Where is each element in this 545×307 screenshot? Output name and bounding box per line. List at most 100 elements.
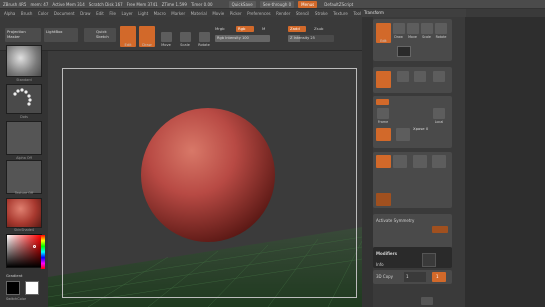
xyz-button[interactable] <box>376 128 391 141</box>
material-label: SkinShade4 <box>14 228 34 232</box>
transp-button[interactable] <box>393 155 407 168</box>
ghost-button[interactable] <box>413 155 427 168</box>
rgb-intensity-label: Rgb Intensity 100 <box>217 36 249 40</box>
modifiers-label[interactable]: Modifiers <box>376 251 397 256</box>
menu-item-material[interactable]: Material <box>191 11 207 16</box>
stroke-thumbnail[interactable] <box>6 84 42 114</box>
menus-toggle[interactable]: Menus <box>298 0 318 8</box>
info-label[interactable]: Info <box>376 262 384 267</box>
projection-master-button[interactable]: Projection Master <box>5 28 41 42</box>
frame-button[interactable]: Frame <box>376 108 390 124</box>
main-color-swatch[interactable] <box>6 281 20 295</box>
see-through-slider[interactable]: See-through 0 <box>259 0 295 8</box>
texture-thumbnail[interactable] <box>6 160 42 194</box>
menu-item-texture[interactable]: Texture <box>333 11 348 16</box>
app-name: ZBrush 4R5 <box>3 1 27 7</box>
alpha-thumbnail[interactable] <box>6 121 42 155</box>
symmetry-toggle[interactable] <box>376 99 389 105</box>
tray-rotate-button[interactable]: Rotate <box>434 23 448 39</box>
menu-item-render[interactable]: Render <box>276 11 290 16</box>
menu-item-marker[interactable]: Marker <box>171 11 185 16</box>
menu-item-movie[interactable]: Movie <box>212 11 224 16</box>
z-intensity-slider[interactable]: Z Intensity 25 <box>288 35 334 42</box>
scale-icon <box>179 32 191 42</box>
menu-item-light[interactable]: Light <box>138 11 148 16</box>
tray-move2-button[interactable] <box>396 71 410 83</box>
menu-item-file[interactable]: File <box>109 11 116 16</box>
menu-item-stroke[interactable]: Stroke <box>315 11 328 16</box>
switch-color-button[interactable]: SwitchColor <box>6 297 26 301</box>
tray-divider[interactable] <box>362 17 373 307</box>
menu-item-preferences[interactable]: Preferences <box>247 11 271 16</box>
lock-camera-button[interactable] <box>422 253 436 267</box>
transform-palette-header[interactable]: Transform <box>362 9 466 17</box>
top-toolbar: Projection Master LightBox Quick Sketch … <box>0 17 362 51</box>
frame-icon <box>377 108 389 119</box>
tray-scale2-button[interactable] <box>413 71 427 83</box>
menu-item-macro[interactable]: Macro <box>154 11 166 16</box>
menu-item-stencil[interactable]: Stencil <box>296 11 310 16</box>
rgb-button[interactable]: Rgb <box>236 26 254 32</box>
menu-item-edit[interactable]: Edit <box>96 11 104 16</box>
mrgb-button[interactable]: Mrgb <box>215 26 225 31</box>
tray-pivot-button[interactable] <box>396 128 410 141</box>
zadd-button[interactable]: Zadd <box>288 26 306 32</box>
tray-scale-button[interactable]: Scale <box>420 23 433 39</box>
symmetry-axis-button[interactable] <box>432 226 448 233</box>
quicksave-button[interactable]: QuickSave <box>228 0 256 8</box>
gradient-toggle[interactable]: Gradient <box>6 273 23 278</box>
copy-label: 3D Copy <box>376 274 394 279</box>
draw-mode-button[interactable]: Draw <box>139 26 155 47</box>
move-mode-button[interactable]: Move <box>158 26 174 47</box>
edit-mode-button[interactable]: Edit <box>120 26 136 47</box>
copy-value[interactable]: 1 <box>404 272 426 282</box>
hue-strip[interactable] <box>41 235 45 269</box>
dynamic-button[interactable] <box>376 193 391 206</box>
rgb-intensity-slider[interactable]: Rgb Intensity 100 <box>215 35 270 42</box>
default-script-button[interactable]: DefaultZScript <box>321 1 356 8</box>
move-icon <box>160 32 172 42</box>
menu-item-picker[interactable]: Picker <box>230 11 242 16</box>
secondary-color-swatch[interactable] <box>25 281 39 295</box>
solo-button[interactable] <box>432 155 446 168</box>
menu-item-brush[interactable]: Brush <box>21 11 33 16</box>
tray-edit-button[interactable]: Edit <box>376 23 391 43</box>
menu-item-draw[interactable]: Draw <box>80 11 90 16</box>
scale-mode-button[interactable]: Scale <box>177 26 193 47</box>
color-cursor[interactable] <box>33 245 36 248</box>
menu-item-color[interactable]: Color <box>38 11 48 16</box>
rotate-label: Rotate <box>198 43 210 47</box>
quick-sketch-button[interactable]: Quick Sketch <box>84 28 116 42</box>
active-mem-readout: Active Mem 314 <box>52 1 85 7</box>
tray-edit-active-button[interactable] <box>376 71 391 88</box>
tray-rotate2-button[interactable] <box>432 71 446 83</box>
right-canvas-area <box>465 17 545 307</box>
brush-label: Standard <box>16 78 32 82</box>
m-button[interactable]: M <box>262 26 265 31</box>
scale-label: Scale <box>180 43 190 47</box>
tray-rotate2-icon <box>433 71 445 82</box>
tray-scroll-handle[interactable] <box>421 297 433 305</box>
copy-max[interactable]: 1 <box>432 272 446 282</box>
rotate-mode-button[interactable]: Rotate <box>196 26 212 47</box>
color-picker[interactable] <box>6 234 45 269</box>
menu-item-tool[interactable]: Tool <box>353 11 361 16</box>
sphere-mesh[interactable] <box>140 106 280 246</box>
camera-icon[interactable] <box>397 46 411 57</box>
lightbox-label: LightBox <box>46 29 63 34</box>
tray-move-icon <box>406 23 419 34</box>
lightbox-button[interactable]: LightBox <box>44 28 78 42</box>
menu-item-document[interactable]: Document <box>54 11 75 16</box>
activate-symmetry-label[interactable]: Activate Symmetry <box>376 218 414 223</box>
zsub-button[interactable]: Zsub <box>314 26 323 31</box>
local-button[interactable]: Local <box>432 108 446 124</box>
polyframe-button[interactable] <box>376 155 391 168</box>
menu-item-layer[interactable]: Layer <box>122 11 133 16</box>
xpose-slider[interactable]: Xpose 0 <box>413 126 428 131</box>
material-thumbnail[interactable] <box>6 198 42 228</box>
tray-move-button[interactable]: Move <box>406 23 419 39</box>
mem-readout: mem: 47 <box>30 1 49 7</box>
tray-draw-button[interactable]: Draw <box>392 23 405 39</box>
brush-thumbnail[interactable] <box>6 45 42 77</box>
menu-item-alpha[interactable]: Alpha <box>4 11 15 16</box>
